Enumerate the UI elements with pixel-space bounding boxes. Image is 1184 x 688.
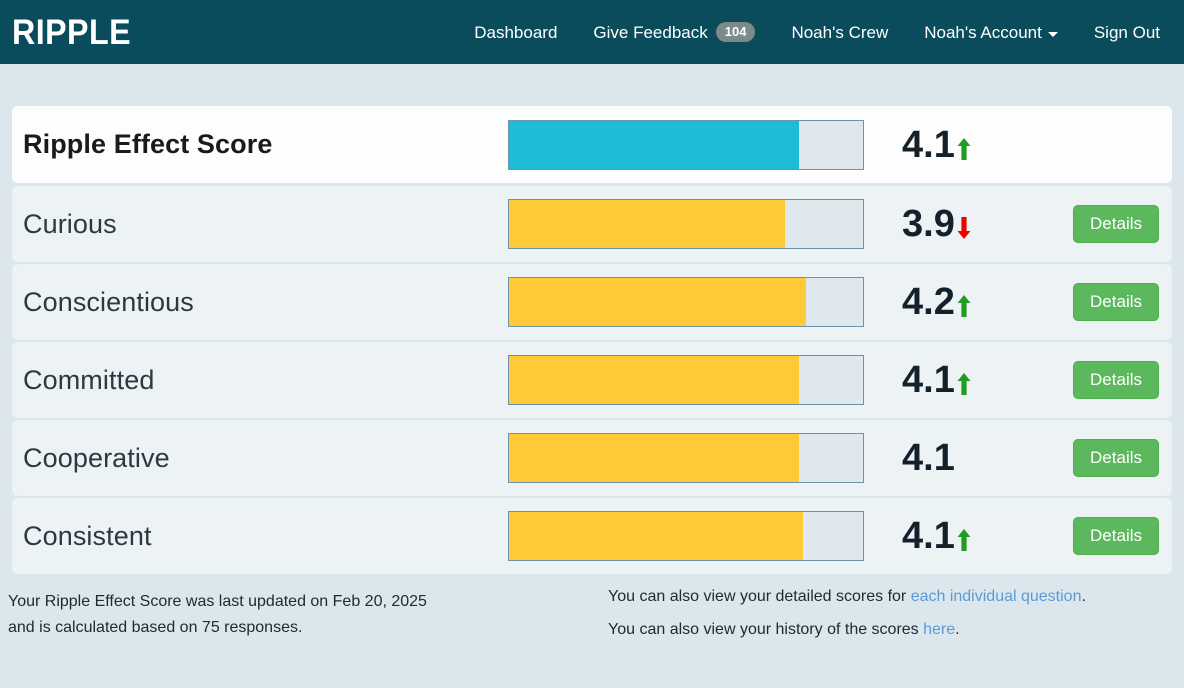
trend-up-arrow-icon bbox=[957, 137, 971, 160]
score-list: Ripple Effect Score 4.1 Curious 3.9 Details C… bbox=[0, 64, 1184, 574]
details-button[interactable]: Details bbox=[1073, 283, 1159, 321]
score-row: Conscientious 4.2 Details bbox=[12, 264, 1172, 340]
score-row-label: Ripple Effect Score bbox=[23, 129, 273, 159]
score-bar-fill bbox=[509, 434, 800, 482]
nav-item-noah-s-crew[interactable]: Noah's Crew bbox=[773, 24, 906, 41]
footer-detailed-scores-suffix: . bbox=[1081, 588, 1086, 605]
nav-item-noah-s-account[interactable]: Noah's Account bbox=[906, 24, 1076, 41]
score-row: Consistent 4.1 Details bbox=[12, 498, 1172, 574]
score-bar-fill bbox=[509, 512, 803, 560]
footer-history-suffix: . bbox=[955, 621, 960, 638]
nav-item-sign-out[interactable]: Sign Out bbox=[1076, 24, 1170, 41]
footer-right: You can also view your detailed scores f… bbox=[608, 589, 1086, 655]
score-row-label: Conscientious bbox=[23, 286, 194, 317]
score-value-container: 4.1 bbox=[864, 517, 994, 555]
ripple-logo[interactable]: RIPPLE bbox=[12, 15, 131, 50]
trend-up-arrow-icon bbox=[957, 529, 971, 551]
score-value-container: 4.1 bbox=[864, 126, 994, 164]
score-value: 4.1 bbox=[902, 359, 955, 401]
footer-history-line: You can also view your history of the sc… bbox=[608, 622, 1086, 638]
score-row-label: Consistent bbox=[23, 520, 152, 551]
footer-detailed-scores-line: You can also view your detailed scores f… bbox=[608, 589, 1086, 605]
top-navbar: RIPPLE Dashboard Give Feedback 104 Noah's C… bbox=[0, 0, 1184, 64]
nav-item-label: Dashboard bbox=[474, 22, 558, 42]
score-bar-track bbox=[508, 511, 864, 561]
score-row: Cooperative 4.1 Details bbox=[12, 420, 1172, 496]
score-row-label: Cooperative bbox=[23, 442, 170, 473]
nav-item-label: Noah's Crew bbox=[791, 22, 889, 42]
footer-last-updated-line2: and is calculated based on 75 responses. bbox=[8, 618, 303, 636]
score-value-container: 4.1 bbox=[864, 361, 994, 399]
nav-item-label: Sign Out bbox=[1093, 22, 1160, 42]
score-bar-track bbox=[508, 277, 864, 327]
score-bar-fill bbox=[509, 278, 807, 326]
nav-item-label: Give Feedback bbox=[593, 22, 708, 42]
footer: Your Ripple Effect Score was last update… bbox=[0, 576, 1184, 655]
score-value-container: 4.1 bbox=[864, 439, 994, 477]
trend-up-arrow-icon bbox=[957, 295, 971, 317]
details-button[interactable]: Details bbox=[1073, 361, 1159, 399]
details-button[interactable]: Details bbox=[1073, 517, 1159, 555]
trend-up-arrow-icon bbox=[957, 373, 971, 395]
footer-detailed-scores-prefix: You can also view your detailed scores f… bbox=[608, 588, 911, 605]
details-button[interactable]: Details bbox=[1073, 439, 1159, 477]
footer-last-updated-line1: Your Ripple Effect Score was last update… bbox=[8, 593, 427, 610]
score-bar-track bbox=[508, 199, 864, 249]
nav-item-give-feedback[interactable]: Give Feedback 104 bbox=[575, 22, 773, 42]
details-button-placeholder bbox=[1073, 144, 1159, 145]
score-value: 4.1 bbox=[902, 437, 955, 479]
score-row: Committed 4.1 Details bbox=[12, 342, 1172, 418]
score-bar-track bbox=[508, 433, 864, 483]
chevron-down-icon bbox=[1047, 31, 1058, 37]
score-bar-fill bbox=[509, 120, 800, 169]
feedback-count-badge: 104 bbox=[715, 22, 756, 42]
score-value-container: 3.9 bbox=[864, 205, 994, 243]
nav-item-dashboard[interactable]: Dashboard bbox=[456, 24, 575, 41]
score-value: 4.1 bbox=[902, 515, 955, 557]
score-value-container: 4.2 bbox=[864, 283, 994, 321]
score-row-label: Curious bbox=[23, 208, 117, 239]
each-individual-question-link[interactable]: each individual question bbox=[911, 588, 1082, 605]
trend-down-arrow-icon bbox=[957, 217, 971, 239]
footer-left: Your Ripple Effect Score was last update… bbox=[8, 589, 608, 655]
nav-item-label: Noah's Account bbox=[924, 22, 1042, 42]
score-row: Ripple Effect Score 4.1 bbox=[12, 106, 1172, 183]
nav-links: Dashboard Give Feedback 104 Noah's Crew Noah… bbox=[456, 22, 1170, 42]
details-button[interactable]: Details bbox=[1073, 205, 1159, 243]
score-bar-fill bbox=[509, 356, 800, 404]
score-value: 4.2 bbox=[902, 281, 955, 323]
score-bar-track bbox=[508, 355, 864, 405]
score-value: 3.9 bbox=[902, 203, 955, 245]
history-here-link[interactable]: here bbox=[923, 621, 955, 638]
score-row-label: Committed bbox=[23, 364, 155, 395]
score-row: Curious 3.9 Details bbox=[12, 186, 1172, 262]
score-value: 4.1 bbox=[902, 123, 955, 166]
score-bar-track bbox=[508, 119, 864, 170]
footer-history-prefix: You can also view your history of the sc… bbox=[608, 621, 924, 638]
score-bar-fill bbox=[509, 200, 786, 248]
